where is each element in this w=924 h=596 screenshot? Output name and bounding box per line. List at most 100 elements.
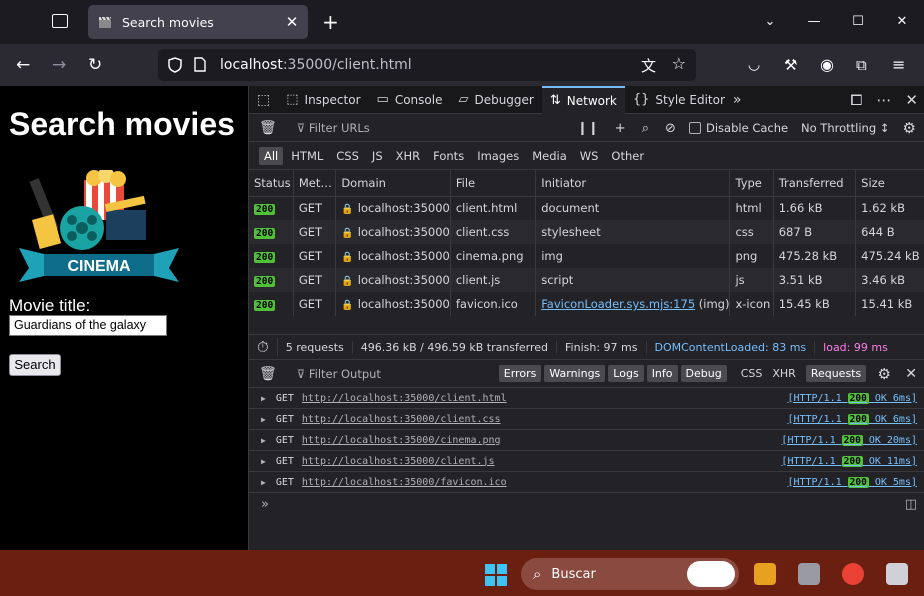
minimize-icon[interactable]: — — [792, 0, 836, 44]
errors-button[interactable]: Errors — [498, 365, 542, 382]
devtools-tabs: ⬚ ⬚ Inspector ▭ Console ▱ Debugger ⇅ Network… — [249, 85, 924, 114]
filter-images[interactable]: Images — [472, 147, 524, 165]
filter-html[interactable]: HTML — [286, 147, 328, 165]
warnings-button[interactable]: Warnings — [544, 365, 606, 382]
filter-output-input[interactable]: ⊽ Filter Output — [297, 367, 499, 381]
console-input[interactable]: » ◫ — [249, 493, 924, 515]
close-window-icon[interactable]: ✕ — [880, 0, 924, 44]
close-devtools-icon[interactable]: ✕ — [905, 91, 918, 109]
extensions-icon[interactable]: ⧉ — [856, 55, 867, 75]
bookmark-star-icon[interactable]: ☆ — [672, 54, 686, 73]
dock-icon[interactable]: ⧠ — [850, 91, 862, 109]
tab-list-icon[interactable] — [52, 14, 68, 28]
filter-all[interactable]: All — [259, 146, 284, 165]
filter-xhr[interactable]: XHR — [391, 147, 426, 165]
list-all-tabs-icon[interactable]: ⌄ — [748, 0, 792, 44]
pause-icon[interactable]: ❙❙ — [577, 121, 599, 136]
close-console-icon[interactable]: ✕ — [905, 366, 917, 382]
style-editor-icon: {} — [632, 92, 650, 107]
tab-search-movies[interactable]: Search movies ✕ — [88, 5, 308, 39]
debug-button[interactable]: Debug — [680, 365, 727, 382]
tab-debugger[interactable]: ▱ Debugger — [450, 86, 541, 114]
settings-gear-icon[interactable]: ⚙ — [903, 114, 916, 142]
clapperboard-icon — [99, 16, 112, 28]
initiator-link[interactable]: FaviconLoader.sys.mjs:175 — [541, 297, 695, 311]
css-filter[interactable]: CSS — [741, 367, 763, 380]
disable-cache-checkbox[interactable]: Disable Cache — [689, 114, 788, 142]
filter-ws[interactable]: WS — [575, 147, 604, 165]
console-settings-icon[interactable]: ⚙ — [878, 365, 891, 383]
search-button[interactable]: Search — [9, 354, 61, 376]
col-method[interactable]: Met… — [293, 170, 337, 197]
filter-other[interactable]: Other — [606, 147, 649, 165]
console-log-row[interactable]: ▶ GET http://localhost:35000/client.css [HT… — [249, 409, 924, 430]
snipping-tool-icon[interactable] — [886, 563, 908, 585]
new-tab-icon[interactable]: + — [322, 10, 339, 34]
task-view-icon[interactable] — [798, 563, 820, 585]
editor-mode-icon[interactable]: ◫ — [905, 497, 917, 512]
shield-icon[interactable] — [168, 57, 182, 73]
tab-style-editor[interactable]: {} Style Editor — [625, 86, 733, 114]
lock-icon: 🔒 — [341, 228, 354, 239]
col-file[interactable]: File — [450, 170, 537, 197]
menu-icon[interactable]: ≡ — [892, 55, 905, 75]
table-row[interactable]: 200 GET 🔒 localhost:35000 client.html doc… — [249, 196, 924, 220]
pocket-icon[interactable]: ◡ — [748, 55, 760, 75]
more-tabs-icon[interactable]: » — [733, 92, 742, 108]
throttling-select[interactable]: No Throttling ↕ — [801, 114, 889, 142]
back-icon[interactable]: ← — [16, 55, 30, 75]
maximize-icon[interactable]: ☐ — [836, 0, 880, 44]
taskbar-search[interactable]: ⌕ Buscar — [521, 558, 739, 590]
table-row[interactable]: 200 GET 🔒 localhost:35000 cinema.png img … — [249, 244, 924, 268]
search-icon[interactable]: ⌕ — [642, 121, 649, 136]
performance-icon[interactable]: ⏱ — [249, 338, 278, 356]
col-domain[interactable]: Domain — [335, 170, 451, 197]
col-status[interactable]: Status — [249, 170, 294, 197]
xhr-filter[interactable]: XHR — [772, 367, 795, 380]
translate-icon[interactable]: 文 — [641, 55, 656, 76]
tab-console[interactable]: ▭ Console — [369, 86, 451, 114]
add-request-icon[interactable]: + — [615, 121, 626, 136]
more-options-icon[interactable]: ⋯ — [876, 91, 891, 109]
close-tab-icon[interactable]: ✕ — [282, 13, 302, 31]
console-log-row[interactable]: ▶ GET http://localhost:35000/cinema.png [HT… — [249, 430, 924, 451]
reload-icon[interactable]: ↻ — [88, 55, 102, 75]
tab-network[interactable]: ⇅ Network — [541, 85, 625, 114]
expand-arrow-icon: ▶ — [261, 456, 266, 466]
block-icon[interactable]: ⊘ — [665, 121, 676, 136]
logs-button[interactable]: Logs — [608, 365, 644, 382]
url-text[interactable]: localhost:35000/client.html — [220, 57, 412, 73]
console-log-row[interactable]: ▶ GET http://localhost:35000/client.html [H… — [249, 388, 924, 409]
network-icon: ⇅ — [549, 93, 561, 108]
col-initiator[interactable]: Initiator — [535, 170, 731, 197]
requests-filter[interactable]: Requests — [805, 365, 867, 382]
filter-css[interactable]: CSS — [331, 147, 364, 165]
tab-inspector[interactable]: ⬚ Inspector — [278, 86, 368, 114]
tab-bar: Search movies ✕ + ⌄ — ☐ ✕ — [0, 0, 924, 44]
info-button[interactable]: Info — [646, 365, 678, 382]
filter-fonts[interactable]: Fonts — [428, 147, 469, 165]
filter-urls-input[interactable]: ⊽ Filter URLs — [297, 121, 370, 135]
element-picker-icon[interactable]: ⬚ — [257, 92, 270, 108]
url-bar[interactable]: localhost:35000/client.html 文 ☆ — [158, 49, 696, 81]
console-log-row[interactable]: ▶ GET http://localhost:35000/favicon.ico [H… — [249, 472, 924, 493]
filter-media[interactable]: Media — [527, 147, 572, 165]
movie-title-input[interactable]: Guardians of the galaxy — [9, 315, 167, 336]
col-size[interactable]: Size — [855, 170, 924, 197]
table-row[interactable]: 200 GET 🔒 localhost:35000 favicon.ico Fav… — [249, 292, 924, 316]
windows-start-icon[interactable] — [484, 563, 508, 587]
table-row[interactable]: 200 GET 🔒 localhost:35000 client.js scrip… — [249, 268, 924, 292]
forward-icon[interactable]: → — [52, 55, 66, 75]
account-icon[interactable]: ◉ — [820, 55, 834, 75]
clear-console-icon[interactable]: 🗑 — [259, 366, 277, 382]
copilot-icon[interactable] — [687, 561, 735, 587]
filter-js[interactable]: JS — [367, 147, 388, 165]
clear-icon[interactable]: 🗑 — [259, 120, 277, 136]
col-transferred[interactable]: Transferred — [773, 170, 857, 197]
console-log-row[interactable]: ▶ GET http://localhost:35000/client.js [HTT… — [249, 451, 924, 472]
chrome-icon[interactable] — [842, 563, 864, 585]
col-type[interactable]: Type — [729, 170, 774, 197]
store-pre-icon[interactable] — [754, 563, 776, 585]
table-row[interactable]: 200 GET 🔒 localhost:35000 client.css styl… — [249, 220, 924, 244]
wrench-icon[interactable]: ⚒ — [784, 55, 797, 75]
